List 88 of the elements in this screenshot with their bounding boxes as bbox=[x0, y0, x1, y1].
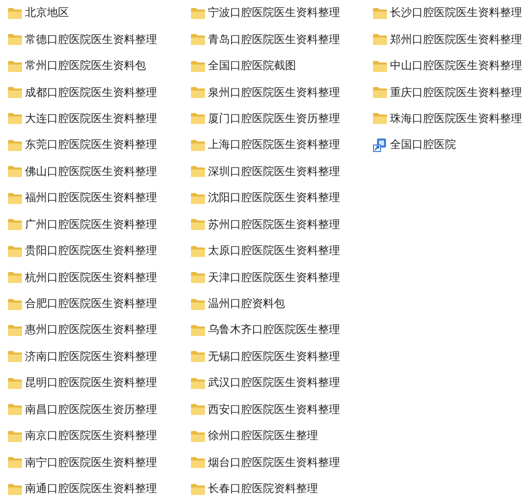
folder-name[interactable]: 西安口腔医院医生资料整理 bbox=[208, 402, 340, 417]
folder-icon bbox=[8, 192, 22, 204]
folder-icon bbox=[191, 246, 205, 257]
folder-icon bbox=[191, 298, 205, 310]
folder-name[interactable]: 成都口腔医院医生资料整理 bbox=[25, 86, 157, 100]
shortcut-name[interactable]: 全国口腔医院 bbox=[390, 138, 456, 152]
folder-name[interactable]: 厦门口腔医院医生资历整理 bbox=[208, 112, 340, 126]
folder-icon bbox=[191, 192, 205, 204]
folder-name[interactable]: 太原口腔医院医生资料整理 bbox=[208, 244, 340, 258]
folder-name[interactable]: 徐州口腔医院医生整理 bbox=[208, 429, 318, 444]
folder-icon bbox=[373, 8, 387, 19]
folder-icon bbox=[191, 378, 205, 389]
folder-icon bbox=[8, 298, 22, 310]
folder-icon bbox=[8, 457, 22, 468]
folder-name[interactable]: 北京地区 bbox=[25, 6, 69, 20]
folder-name[interactable]: 广州口腔医院医生资料整理 bbox=[25, 218, 157, 232]
folder-icon bbox=[8, 140, 22, 151]
folder-name[interactable]: 惠州口腔医院医生资料整理 bbox=[25, 323, 157, 338]
folder-icon bbox=[373, 113, 387, 124]
folder-name[interactable]: 佛山口腔医院医生资料整理 bbox=[25, 164, 157, 179]
folder-icon bbox=[8, 404, 22, 416]
folder-icon bbox=[191, 324, 205, 336]
folder-name[interactable]: 青岛口腔医院医生资料整理 bbox=[208, 32, 340, 47]
folder-icon bbox=[373, 87, 387, 98]
folder-icon bbox=[191, 34, 205, 46]
folder-icon bbox=[8, 60, 22, 72]
folder-icon bbox=[373, 60, 387, 72]
folder-name[interactable]: 全国口腔医院截图 bbox=[208, 59, 296, 74]
folder-name[interactable]: 苏州口腔医院医生资料整理 bbox=[208, 218, 340, 232]
folder-name[interactable]: 南京口腔医院医生资料整理 bbox=[25, 429, 157, 444]
folder-name[interactable]: 沈阳口腔医院医生资料整理 bbox=[208, 191, 340, 206]
folder-icon bbox=[191, 140, 205, 151]
folder-icon bbox=[191, 457, 205, 468]
folder-icon bbox=[191, 219, 205, 230]
folder-icon bbox=[8, 113, 22, 124]
folder-name[interactable]: 珠海口腔医院医生资料整理 bbox=[390, 112, 522, 126]
shortcut-icon bbox=[373, 138, 387, 152]
folder-name[interactable]: 南昌口腔医院医生资历整理 bbox=[25, 402, 157, 417]
folder-name[interactable]: 天津口腔医院医生资料整理 bbox=[208, 270, 340, 285]
folder-name[interactable]: 重庆口腔医院医生资料整理 bbox=[390, 86, 522, 100]
folder-name[interactable]: 中山口腔医院医生资料整理 bbox=[390, 59, 522, 74]
folder-name[interactable]: 郑州口腔医院医生资料整理 bbox=[390, 32, 522, 47]
folder-name[interactable]: 深圳口腔医院医生资料整理 bbox=[208, 164, 340, 179]
folder-icon bbox=[8, 272, 22, 284]
folder-icon bbox=[191, 87, 205, 98]
folder-name[interactable]: 福州口腔医院医生资料整理 bbox=[25, 191, 157, 206]
folder-name[interactable]: 合肥口腔医院医生资料整理 bbox=[25, 297, 157, 312]
folder-icon bbox=[8, 219, 22, 230]
folder-icon bbox=[191, 8, 205, 19]
folder-name[interactable]: 南通口腔医院医生资料整理 bbox=[25, 482, 157, 496]
folder-icon bbox=[8, 87, 22, 98]
folder-icon bbox=[191, 404, 205, 416]
folder-icon bbox=[8, 324, 22, 336]
folder-name[interactable]: 上海口腔医院医生资料整理 bbox=[208, 138, 340, 152]
folder-icon bbox=[191, 351, 205, 362]
folder-icon bbox=[191, 113, 205, 124]
folder-icon bbox=[8, 378, 22, 389]
folder-name[interactable]: 长春口腔医院资料整理 bbox=[208, 482, 318, 496]
folder-name[interactable]: 温州口腔资料包 bbox=[208, 297, 285, 312]
folder-name[interactable]: 武汉口腔医院医生资料整理 bbox=[208, 376, 340, 390]
folder-name[interactable]: 常州口腔医院医生资料包 bbox=[25, 59, 146, 74]
folder-name[interactable]: 长沙口腔医院医生资料整理 bbox=[390, 6, 522, 20]
folder-icon bbox=[8, 166, 22, 178]
folder-name[interactable]: 杭州口腔医院医生资料整理 bbox=[25, 270, 157, 285]
folder-icon bbox=[191, 60, 205, 72]
folder-icon bbox=[8, 351, 22, 362]
folder-name[interactable]: 东莞口腔医院医生资料整理 bbox=[25, 138, 157, 152]
folder-name[interactable]: 济南口腔医院医生资料整理 bbox=[25, 350, 157, 364]
folder-name[interactable]: 烟台口腔医院医生资料整理 bbox=[208, 456, 340, 470]
folder-icon bbox=[191, 484, 205, 495]
folder-name[interactable]: 泉州口腔医院医生资料整理 bbox=[208, 86, 340, 100]
folder-icon bbox=[8, 34, 22, 46]
folder-icon bbox=[373, 34, 387, 46]
folder-name[interactable]: 宁波口腔医院医生资料整理 bbox=[208, 6, 340, 20]
folder-name[interactable]: 无锡口腔医院医生资料整理 bbox=[208, 350, 340, 364]
folder-name[interactable]: 常德口腔医院医生资料整理 bbox=[25, 32, 157, 47]
folder-name[interactable]: 南宁口腔医院医生资料整理 bbox=[25, 456, 157, 470]
folder-icon bbox=[8, 8, 22, 19]
folder-icon bbox=[191, 166, 205, 178]
folder-name[interactable]: 大连口腔医院医生资料整理 bbox=[25, 112, 157, 126]
folder-icon bbox=[191, 272, 205, 284]
folder-icon bbox=[191, 430, 205, 442]
folder-icon bbox=[8, 484, 22, 495]
folder-icon bbox=[8, 246, 22, 257]
folder-name[interactable]: 贵阳口腔医院医生资料整理 bbox=[25, 244, 157, 258]
folder-name[interactable]: 乌鲁木齐口腔医院医生整理 bbox=[208, 323, 340, 338]
folder-name[interactable]: 昆明口腔医院医生资料整理 bbox=[25, 376, 157, 390]
folder-icon bbox=[8, 430, 22, 442]
